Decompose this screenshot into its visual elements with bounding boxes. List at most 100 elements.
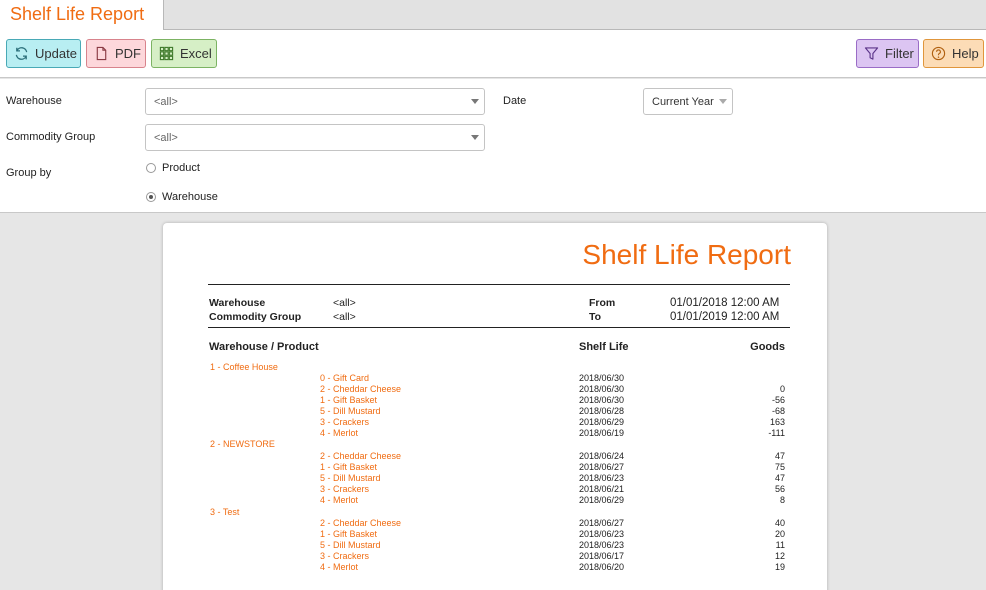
goods-value: 0 (779, 384, 785, 394)
header-divider-top (208, 284, 790, 285)
product-link[interactable]: 3 - Crackers (320, 417, 369, 427)
commodity-group-label: Commodity Group (6, 131, 96, 143)
table-row: 2 - Cheddar Cheese 2018/06/27 40 (163, 518, 827, 529)
header-from-label: From (589, 297, 616, 309)
header-to-label: To (589, 311, 602, 323)
product-link[interactable]: 5 - Dill Mustard (320, 540, 381, 550)
shelf-life-date: 2018/06/17 (579, 551, 625, 561)
grid-icon (159, 46, 174, 61)
excel-label: Excel (180, 46, 212, 61)
filter-button[interactable]: Filter (856, 39, 919, 68)
table-row: 0 - Gift Card 2018/06/30 (163, 373, 827, 384)
table-row: 3 - Crackers 2018/06/21 56 (163, 484, 827, 495)
pdf-button[interactable]: PDF (86, 39, 146, 68)
help-button[interactable]: Help (923, 39, 984, 68)
shelf-life-date: 2018/06/27 (579, 462, 625, 472)
shelf-life-date: 2018/06/23 (579, 529, 625, 539)
table-row: 5 - Dill Mustard 2018/06/23 47 (163, 473, 827, 484)
group-by-product-option[interactable]: Product (146, 162, 200, 174)
product-link[interactable]: 5 - Dill Mustard (320, 473, 381, 483)
product-link[interactable]: 2 - Cheddar Cheese (320, 451, 401, 461)
shelf-life-date: 2018/06/24 (579, 451, 625, 461)
goods-value: -56 (771, 395, 785, 405)
shelf-life-date: 2018/06/23 (579, 473, 625, 483)
goods-value: 12 (774, 551, 785, 561)
commodity-group-select-value: <all> (154, 132, 178, 144)
table-row: 5 - Dill Mustard 2018/06/23 11 (163, 540, 827, 551)
group-coffee-house[interactable]: 1 - Coffee House (210, 362, 278, 372)
goods-value: -111 (768, 428, 785, 438)
product-link[interactable]: 4 - Merlot (320, 495, 358, 505)
table-row: 5 - Dill Mustard 2018/06/28 -68 (163, 406, 827, 417)
product-link[interactable]: 2 - Cheddar Cheese (320, 518, 401, 528)
product-link[interactable]: 2 - Cheddar Cheese (320, 384, 401, 394)
goods-value: 40 (774, 518, 785, 528)
product-link[interactable]: 3 - Crackers (320, 484, 369, 494)
group-by-warehouse-label: Warehouse (162, 191, 218, 203)
shelf-life-date: 2018/06/30 (579, 384, 625, 394)
product-link[interactable]: 0 - Gift Card (320, 373, 369, 383)
goods-value: 163 (769, 417, 785, 427)
shelf-life-date: 2018/06/29 (579, 417, 625, 427)
shelf-life-date: 2018/06/29 (579, 495, 625, 505)
table-row: 3 - Crackers 2018/06/17 12 (163, 551, 827, 562)
shelf-life-date: 2018/06/30 (579, 373, 625, 383)
shelf-life-date: 2018/06/19 (579, 428, 625, 438)
date-label: Date (503, 95, 527, 107)
date-select-value: Current Year (652, 96, 714, 108)
warehouse-select[interactable]: <all> (145, 88, 485, 115)
radio-product[interactable] (146, 163, 156, 173)
group-test[interactable]: 3 - Test (210, 507, 239, 517)
chevron-down-icon (471, 135, 479, 140)
filter-label: Filter (885, 46, 914, 61)
header-divider-bottom (208, 327, 790, 328)
report-page: Shelf Life Report Warehouse <all> Commod… (163, 223, 827, 590)
column-header-goods: Goods (750, 341, 785, 353)
help-label: Help (952, 46, 979, 61)
product-link[interactable]: 3 - Crackers (320, 551, 369, 561)
shelf-life-date: 2018/06/23 (579, 540, 625, 550)
group-by-label: Group by (6, 167, 52, 179)
table-row: 1 - Gift Basket 2018/06/27 75 (163, 462, 827, 473)
commodity-group-select[interactable]: <all> (145, 124, 485, 151)
header-from-value: 01/01/2018 12:00 AM (670, 297, 780, 309)
product-link[interactable]: 4 - Merlot (320, 428, 358, 438)
header-warehouse-label: Warehouse (209, 297, 266, 309)
tab-bar: Shelf Life Report (0, 0, 986, 30)
product-link[interactable]: 5 - Dill Mustard (320, 406, 381, 416)
group-by-product-label: Product (162, 162, 200, 174)
chevron-down-icon (471, 99, 479, 104)
table-row: 4 - Merlot 2018/06/20 19 (163, 562, 827, 573)
goods-value: 47 (774, 473, 785, 483)
goods-value: 56 (774, 484, 785, 494)
date-select[interactable]: Current Year (643, 88, 733, 115)
product-link[interactable]: 1 - Gift Basket (320, 395, 377, 405)
group-newstore[interactable]: 2 - NEWSTORE (210, 439, 275, 449)
shelf-life-date: 2018/06/20 (579, 562, 625, 572)
product-link[interactable]: 1 - Gift Basket (320, 462, 377, 472)
group-by-warehouse-option[interactable]: Warehouse (146, 191, 218, 203)
goods-value: -68 (771, 406, 785, 416)
refresh-icon (15, 47, 28, 60)
update-label: Update (35, 46, 77, 61)
header-commodity-value: <all> (333, 311, 356, 323)
header-commodity-label: Commodity Group (209, 311, 302, 323)
column-header-warehouse-product: Warehouse / Product (209, 341, 319, 353)
tab-shelf-life-report[interactable]: Shelf Life Report (0, 0, 164, 30)
product-link[interactable]: 1 - Gift Basket (320, 529, 377, 539)
shelf-life-date: 2018/06/27 (579, 518, 625, 528)
goods-value: 20 (774, 529, 785, 539)
shelf-life-date: 2018/06/21 (579, 484, 625, 494)
table-row: 2 - Cheddar Cheese 2018/06/30 0 (163, 384, 827, 395)
table-row: 3 - Crackers 2018/06/29 163 (163, 417, 827, 428)
product-link[interactable]: 4 - Merlot (320, 562, 358, 572)
parameters-panel: Warehouse <all> Commodity Group <all> Gr… (0, 79, 986, 213)
warehouse-select-value: <all> (154, 96, 178, 108)
table-row: 1 - Gift Basket 2018/06/30 -56 (163, 395, 827, 406)
excel-button[interactable]: Excel (151, 39, 217, 68)
funnel-icon (864, 47, 879, 60)
header-to-value: 01/01/2019 12:00 AM (670, 311, 780, 323)
chevron-down-icon (719, 99, 727, 104)
radio-warehouse[interactable] (146, 192, 156, 202)
update-button[interactable]: Update (6, 39, 81, 68)
